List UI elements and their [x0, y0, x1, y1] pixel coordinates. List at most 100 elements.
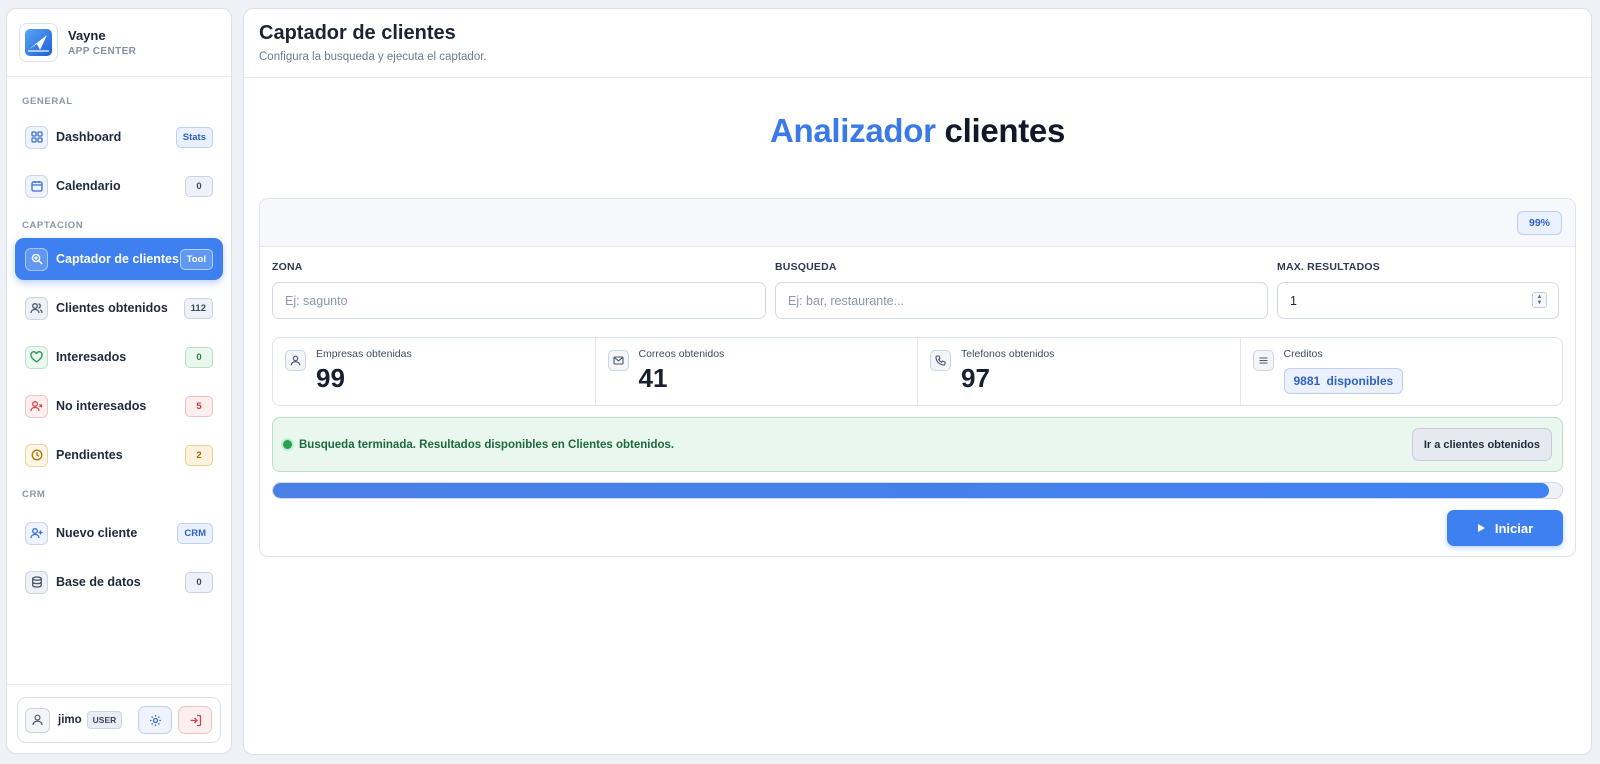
sidebar: Vayne APP CENTER GENERAL Dashboard Stats… — [6, 8, 232, 754]
start-button[interactable]: Iniciar — [1447, 510, 1563, 546]
section-label-crm: CRM — [22, 489, 46, 500]
go-to-clients-button[interactable]: Ir a clientes obtenidos — [1411, 428, 1552, 461]
status-message: Busqueda terminada. Resultados disponibl… — [299, 438, 675, 451]
heart-icon — [25, 345, 48, 369]
sidebar-item-pendientes[interactable]: Pendientes 2 — [15, 434, 223, 476]
settings-button[interactable] — [138, 706, 173, 734]
sidebar-item-label: Pendientes — [56, 448, 123, 462]
sidebar-item-badge: 0 — [185, 175, 213, 197]
max-resultados-field: MAX. RESULTADOS ▲ ▼ — [1277, 261, 1559, 319]
brand-name: Vayne — [68, 28, 106, 43]
stat-creditos: Creditos 9881 disponibles — [1241, 338, 1563, 405]
section-label-general: GENERAL — [22, 96, 73, 107]
section-label-captacion: CAPTACION — [22, 220, 84, 231]
busqueda-label: BUSQUEDA — [775, 261, 837, 273]
stat-empresas: Empresas obtenidas 99 — [273, 338, 596, 405]
start-button-label: Iniciar — [1494, 520, 1534, 536]
sidebar-item-badge: CRM — [177, 522, 213, 544]
hero-title-rest: clientes — [944, 112, 1066, 149]
sidebar-footer: jimo USER — [7, 684, 231, 753]
logout-button[interactable] — [178, 706, 213, 734]
sidebar-item-no-interesados[interactable]: No interesados 5 — [15, 385, 223, 427]
stat-label: Empresas obtenidas — [316, 348, 412, 360]
busqueda-input[interactable] — [775, 282, 1268, 319]
phone-icon — [930, 350, 951, 371]
sidebar-item-label: No interesados — [56, 399, 147, 413]
sidebar-item-label: Base de datos — [56, 575, 141, 589]
credits-badge: 9881 disponibles — [1283, 368, 1404, 394]
search-icon — [25, 247, 48, 271]
sidebar-item-badge: 2 — [185, 444, 213, 466]
stat-telefonos: Telefonos obtenidos 97 — [918, 338, 1241, 405]
logo-icon — [19, 23, 58, 62]
page-subtitle: Configura la busqueda y ejecuta el capta… — [259, 51, 487, 63]
progress-percent-badge: 99% — [1516, 210, 1562, 235]
stat-value: 97 — [961, 363, 990, 393]
sidebar-item-badge: 0 — [185, 346, 213, 368]
progress-bar-fill — [273, 483, 1550, 498]
panel-actions: Iniciar — [260, 499, 1575, 546]
sidebar-item-base-de-datos[interactable]: Base de datos 0 — [15, 561, 223, 603]
stat-correos: Correos obtenidos 41 — [596, 338, 918, 405]
sidebar-item-captador[interactable]: Captador de clientes Tool — [15, 238, 223, 280]
user-name: jimo — [58, 714, 82, 726]
sidebar-item-badge: 5 — [185, 395, 213, 417]
calendar-icon — [25, 174, 48, 198]
page-title: Captador de clientes — [259, 22, 456, 44]
sidebar-item-label: Clientes obtenidos — [56, 301, 168, 315]
user-role-badge: USER — [86, 711, 123, 729]
database-icon — [25, 570, 48, 594]
sidebar-nav: GENERAL Dashboard Stats Calendario 0 CAP… — [7, 77, 231, 684]
user-plus-icon — [25, 521, 48, 545]
status-dot-icon — [283, 440, 292, 449]
page-header: Captador de clientes Configura la busque… — [244, 9, 1591, 78]
stat-label: Correos obtenidos — [638, 348, 725, 360]
clock-icon — [25, 443, 48, 467]
sidebar-item-label: Dashboard — [56, 130, 122, 144]
sidebar-item-calendario[interactable]: Calendario 0 — [15, 165, 223, 207]
zona-input[interactable] — [272, 282, 766, 319]
main-content: Captador de clientes Configura la busque… — [243, 8, 1592, 755]
sidebar-item-clientes-obtenidos[interactable]: Clientes obtenidos 112 — [15, 287, 223, 329]
mail-icon — [607, 350, 629, 371]
sidebar-item-label: Captador de clientes — [56, 252, 179, 266]
captador-panel: 99% ZONA BUSQUEDA MAX. RESULTADOS ▲ ▼ — [259, 198, 1576, 557]
sidebar-item-label: Nuevo cliente — [56, 526, 138, 540]
stats-row: Empresas obtenidas 99 Correos obtenidos … — [272, 337, 1563, 406]
progress-bar — [272, 482, 1563, 499]
max-resultados-input[interactable] — [1277, 282, 1559, 319]
zona-field: ZONA — [272, 261, 766, 319]
sidebar-item-label: Interesados — [56, 350, 127, 364]
user-minus-icon — [25, 394, 48, 418]
user-avatar-icon — [25, 707, 50, 733]
sidebar-item-badge: Stats — [175, 126, 213, 148]
stat-label: Creditos — [1283, 348, 1323, 360]
hero-title: Analizador clientes — [244, 112, 1591, 150]
chevron-down-icon: ▼ — [1536, 300, 1543, 306]
zona-label: ZONA — [272, 261, 303, 273]
brand-subtitle: APP CENTER — [68, 46, 137, 57]
panel-toolbar: 99% — [260, 199, 1575, 247]
logout-icon — [190, 714, 201, 726]
brand: Vayne APP CENTER — [7, 9, 231, 77]
menu-icon — [1252, 350, 1274, 371]
sidebar-item-badge: 112 — [183, 297, 213, 319]
sidebar-item-badge: 0 — [185, 571, 213, 593]
gear-icon — [149, 714, 161, 726]
search-fields: ZONA BUSQUEDA MAX. RESULTADOS ▲ ▼ — [260, 261, 1575, 319]
hero-title-accent: Analizador — [769, 112, 936, 149]
sidebar-item-interesados[interactable]: Interesados 0 — [15, 336, 223, 378]
play-icon — [1477, 524, 1485, 532]
max-resultados-label: MAX. RESULTADOS — [1277, 261, 1380, 273]
status-alert: Busqueda terminada. Resultados disponibl… — [272, 417, 1563, 472]
user-icon — [285, 350, 306, 371]
sidebar-item-label: Calendario — [56, 179, 121, 193]
grid-icon — [25, 125, 48, 149]
sidebar-item-badge: Tool — [179, 248, 213, 270]
stat-label: Telefonos obtenidos — [961, 348, 1055, 360]
user-box: jimo USER — [17, 697, 221, 743]
number-stepper[interactable]: ▲ ▼ — [1532, 292, 1547, 308]
users-icon — [25, 296, 48, 320]
sidebar-item-nuevo-cliente[interactable]: Nuevo cliente CRM — [15, 512, 223, 554]
sidebar-item-dashboard[interactable]: Dashboard Stats — [15, 116, 223, 158]
